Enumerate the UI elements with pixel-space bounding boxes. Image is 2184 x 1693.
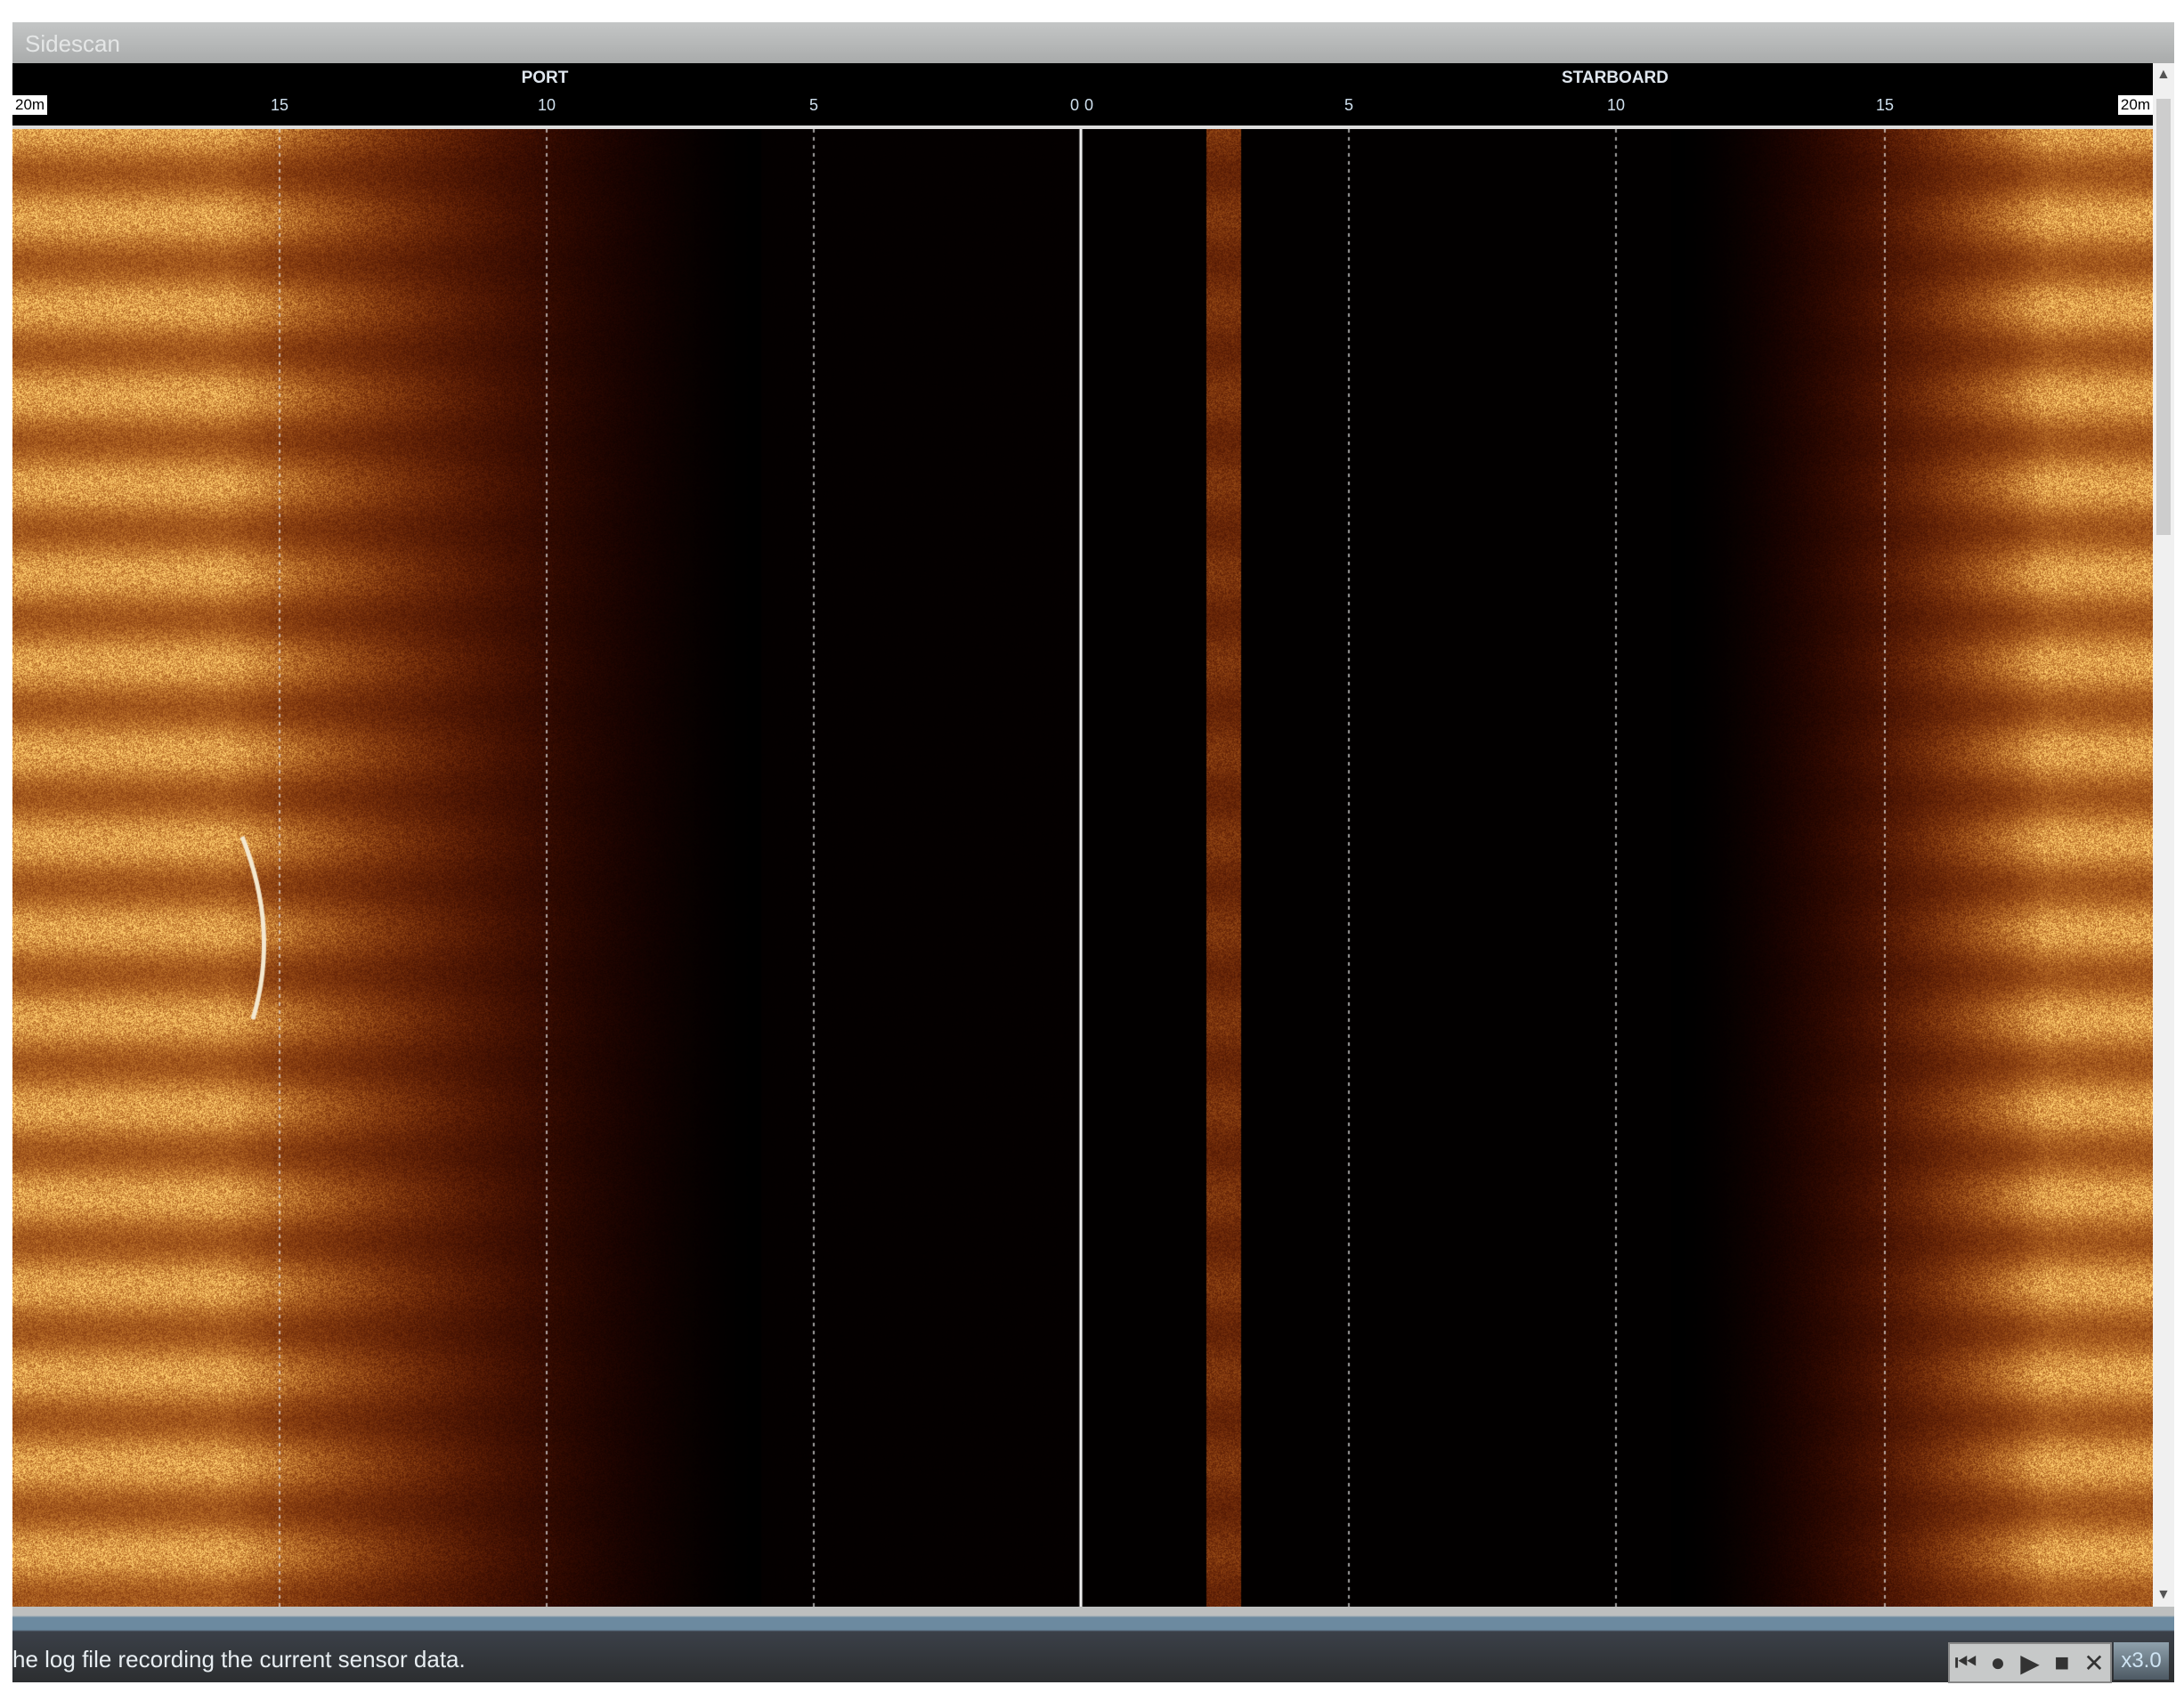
- starboard-label: STARBOARD: [1562, 69, 1668, 87]
- close-button[interactable]: ✕: [2078, 1644, 2110, 1681]
- window-title: Sidescan: [25, 30, 120, 57]
- starboard-tick: 10: [1606, 96, 1626, 114]
- sidescan-image[interactable]: [12, 129, 2153, 1607]
- scroll-thumb[interactable]: [2156, 99, 2171, 535]
- range-right-end: 20m: [2117, 95, 2153, 115]
- port-tick: 5: [808, 96, 819, 114]
- range-left-end: 20m: [12, 95, 48, 115]
- stop-button[interactable]: ■: [2046, 1644, 2078, 1681]
- port-tick: 10: [537, 96, 556, 114]
- sidescan-window: Sidescan PORT STARBOARD 20m 20m 15 10 5 …: [12, 22, 2174, 1683]
- starboard-tick: 15: [1875, 96, 1895, 114]
- playback-speed[interactable]: x3.0: [2114, 1642, 2169, 1680]
- play-button[interactable]: ▶: [2014, 1644, 2046, 1681]
- vertical-scrollbar[interactable]: ▲ ▼: [2153, 63, 2174, 1607]
- port-label: PORT: [521, 69, 569, 87]
- starboard-tick: 0: [1084, 96, 1094, 114]
- playback-controls: ⏮ ● ▶ ■ ✕: [1948, 1642, 2112, 1683]
- starboard-tick: 5: [1344, 96, 1354, 114]
- skip-start-button[interactable]: ⏮: [1950, 1644, 1982, 1681]
- port-tick: 0: [1069, 96, 1080, 114]
- record-button[interactable]: ●: [1982, 1644, 2014, 1681]
- scroll-up-icon[interactable]: ▲: [2156, 67, 2171, 83]
- status-bar: he log file recording the current sensor…: [12, 1607, 2174, 1683]
- port-tick: 15: [270, 96, 289, 114]
- status-text: he log file recording the current sensor…: [12, 1646, 466, 1673]
- scroll-down-icon[interactable]: ▼: [2156, 1587, 2171, 1603]
- title-bar: Sidescan: [12, 22, 2174, 63]
- range-ruler: PORT STARBOARD 20m 20m 15 10 5 0 0 5 10 …: [12, 63, 2153, 129]
